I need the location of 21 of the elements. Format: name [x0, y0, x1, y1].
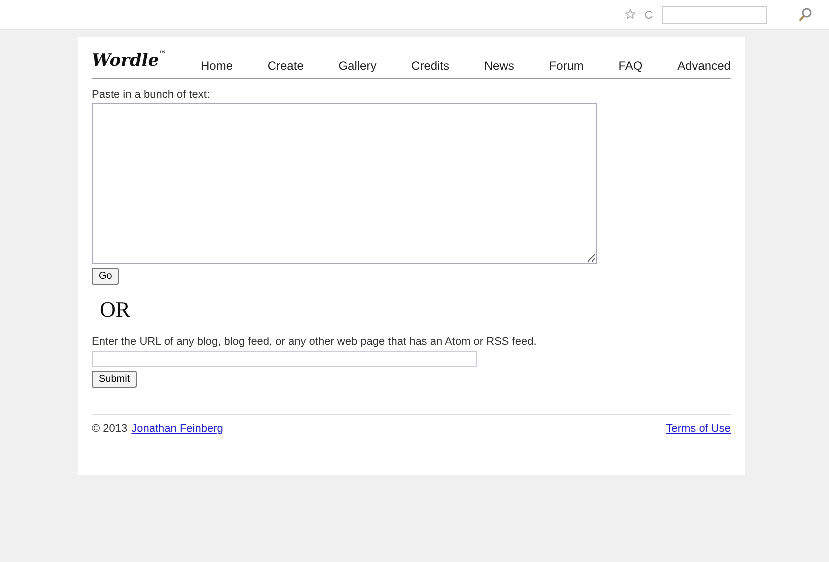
submit-button[interactable]: Submit	[92, 370, 138, 388]
or-heading: OR	[100, 296, 132, 324]
nav-link[interactable]: Home	[201, 56, 234, 74]
terms-link[interactable]: Terms of Use	[666, 420, 731, 437]
nav-link[interactable]: Credits	[412, 56, 450, 74]
nav-link[interactable]: Advanced	[678, 56, 731, 74]
copyright-text: © 2013	[92, 422, 128, 436]
search-field[interactable]	[662, 6, 767, 24]
nav-link[interactable]: News	[484, 56, 514, 74]
search-icon[interactable]	[799, 8, 813, 22]
star-icon[interactable]	[625, 9, 636, 20]
nav-link[interactable]: Gallery	[338, 56, 377, 74]
go-button[interactable]: Go	[92, 268, 120, 285]
nav-link[interactable]: Create	[268, 56, 304, 74]
nav-link[interactable]: Forum	[549, 56, 584, 74]
url-label: Enter the URL of any blog, blog feed, or any other web page that has an Atom or RSS feed.	[92, 335, 538, 350]
author-link[interactable]: Jonathan Feinberg	[132, 420, 224, 437]
nav-link[interactable]: FAQ	[618, 56, 643, 74]
url-field[interactable]	[92, 350, 477, 366]
refresh-icon[interactable]	[644, 10, 654, 20]
text-label: Paste in a bunch of text:	[92, 88, 212, 102]
